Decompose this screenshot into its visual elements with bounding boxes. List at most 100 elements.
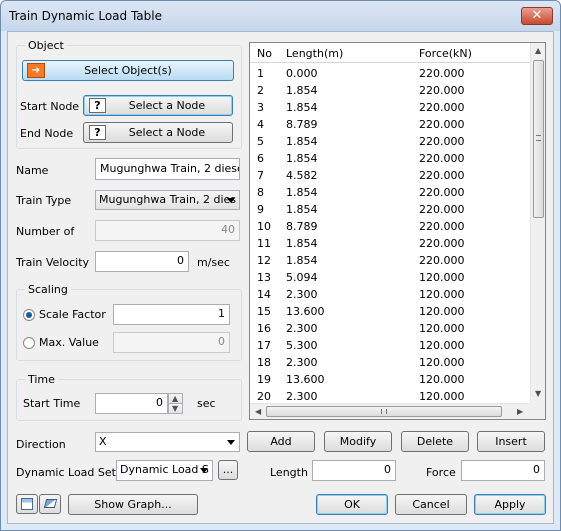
dynamic-load-set-dropdown[interactable]: Dynamic Load S (116, 460, 213, 481)
table-row[interactable]: 6 1.854 220.000 (250, 150, 530, 167)
end-node-select-label: Select a Node (128, 126, 206, 139)
table-row[interactable]: 10 8.789 220.000 (250, 218, 530, 235)
table-row[interactable]: 1 0.000 220.000 (250, 65, 530, 82)
vertical-scrollbar[interactable]: ▲ ▼ (530, 43, 545, 403)
force-input[interactable]: 0 (461, 460, 545, 481)
table-view-button[interactable] (16, 494, 38, 514)
scroll-left-icon[interactable]: ◀ (255, 408, 261, 416)
table-row[interactable]: 13 5.094 120.000 (250, 269, 530, 286)
eraser-button[interactable] (39, 494, 61, 514)
vertical-scroll-thumb[interactable] (533, 60, 544, 218)
table-row[interactable]: 15 13.600 120.000 (250, 303, 530, 320)
insert-button[interactable]: Insert (477, 431, 545, 452)
scaling-group-label: Scaling (25, 283, 71, 296)
start-time-spin-down[interactable]: ▼ (168, 403, 183, 414)
delete-button[interactable]: Delete (401, 431, 469, 452)
cell-length: 1.854 (286, 203, 318, 216)
length-input[interactable]: 0 (312, 460, 396, 481)
max-value-radio[interactable] (23, 337, 35, 349)
window-title: Train Dynamic Load Table (9, 9, 162, 23)
table-row[interactable]: 18 2.300 120.000 (250, 354, 530, 371)
name-input[interactable]: Mugunghwa Train, 2 diesel c (95, 158, 240, 180)
chevron-down-icon (227, 440, 235, 445)
end-node-label: End Node (20, 127, 74, 140)
cell-length: 2.300 (286, 322, 318, 335)
scroll-right-icon[interactable]: ▶ (517, 408, 523, 416)
scroll-up-icon[interactable]: ▲ (535, 47, 541, 55)
modify-button[interactable]: Modify (324, 431, 392, 452)
cell-force: 120.000 (419, 373, 465, 386)
cell-force: 120.000 (419, 271, 465, 284)
cell-no: 1 (257, 67, 264, 80)
table-row[interactable]: 12 1.854 220.000 (250, 252, 530, 269)
cell-no: 17 (257, 339, 271, 352)
cell-length: 2.300 (286, 390, 318, 403)
train-type-value: Mugunghwa Train, 2 dies (99, 193, 236, 206)
cell-no: 7 (257, 169, 264, 182)
table-row[interactable]: 11 1.854 220.000 (250, 235, 530, 252)
select-objects-button[interactable]: ➔ Select Object(s) (22, 60, 234, 81)
cell-no: 6 (257, 152, 264, 165)
table-row[interactable]: 5 1.854 220.000 (250, 133, 530, 150)
start-node-select-label: Select a Node (128, 99, 206, 112)
cell-force: 120.000 (419, 390, 465, 403)
length-label: Length (270, 466, 308, 479)
number-of-label: Number of (16, 225, 75, 238)
table-row[interactable]: 19 13.600 120.000 (250, 371, 530, 388)
end-node-select-button[interactable]: ? Select a Node (83, 122, 233, 143)
direction-dropdown[interactable]: X (95, 432, 240, 452)
chevron-down-icon (227, 198, 235, 203)
dynamic-load-table[interactable]: No Length(m) Force(kN) 1 0.000 220.000 2 1.8… (249, 42, 546, 420)
start-node-select-button[interactable]: ? Select a Node (83, 95, 233, 116)
cell-force: 120.000 (419, 322, 465, 335)
table-row[interactable]: 3 1.854 220.000 (250, 99, 530, 116)
table-row[interactable]: 9 1.854 220.000 (250, 201, 530, 218)
cell-no: 9 (257, 203, 264, 216)
column-header-force[interactable]: Force(kN) (419, 47, 472, 60)
table-row[interactable]: 8 1.854 220.000 (250, 184, 530, 201)
show-graph-button[interactable]: Show Graph... (68, 494, 198, 515)
ok-button[interactable]: OK (316, 494, 388, 515)
cancel-button[interactable]: Cancel (395, 494, 467, 515)
train-velocity-input[interactable]: 0 (95, 251, 189, 272)
column-header-no[interactable]: No (257, 47, 272, 60)
max-value-input: 0 (113, 332, 230, 353)
apply-button[interactable]: Apply (474, 494, 546, 515)
table-row[interactable]: 2 1.854 220.000 (250, 82, 530, 99)
title-bar[interactable]: Train Dynamic Load Table ✕ (1, 1, 560, 31)
horizontal-scrollbar[interactable]: ◀ ▶ (250, 403, 530, 419)
start-time-input[interactable]: 0 (95, 393, 168, 414)
spin-down-icon: ▼ (172, 404, 179, 413)
scroll-down-icon[interactable]: ▼ (535, 390, 541, 398)
cell-length: 8.789 (286, 220, 318, 233)
direction-label: Direction (16, 438, 66, 451)
add-button[interactable]: Add (247, 431, 315, 452)
train-velocity-label: Train Velocity (16, 256, 90, 269)
cell-force: 220.000 (419, 186, 465, 199)
scale-factor-radio[interactable] (23, 309, 35, 321)
cell-force: 220.000 (419, 220, 465, 233)
number-of-field: 40 (95, 220, 240, 241)
table-row[interactable]: 4 8.789 220.000 (250, 116, 530, 133)
close-button[interactable]: ✕ (521, 7, 553, 25)
cell-length: 1.854 (286, 186, 318, 199)
horizontal-scroll-thumb[interactable] (266, 406, 502, 417)
max-value-label[interactable]: Max. Value (39, 336, 99, 349)
dynamic-load-set-browse-button[interactable]: ... (218, 460, 238, 480)
table-row[interactable]: 7 4.582 220.000 (250, 167, 530, 184)
cell-force: 220.000 (419, 101, 465, 114)
train-type-dropdown[interactable]: Mugunghwa Train, 2 dies (95, 190, 240, 210)
cell-no: 2 (257, 84, 264, 97)
cell-no: 16 (257, 322, 271, 335)
table-row[interactable]: 17 5.300 120.000 (250, 337, 530, 354)
spin-up-icon: ▲ (172, 394, 179, 403)
scale-factor-input[interactable]: 1 (113, 304, 230, 325)
table-row[interactable]: 14 2.300 120.000 (250, 286, 530, 303)
dialog-window: Train Dynamic Load Table ✕ Object ➔ Sele… (0, 0, 561, 531)
column-header-length[interactable]: Length(m) (286, 47, 343, 60)
scale-factor-label[interactable]: Scale Factor (39, 308, 106, 321)
cell-length: 13.600 (286, 373, 325, 386)
start-node-label: Start Node (20, 100, 80, 113)
table-row[interactable]: 16 2.300 120.000 (250, 320, 530, 337)
cell-length: 1.854 (286, 152, 318, 165)
